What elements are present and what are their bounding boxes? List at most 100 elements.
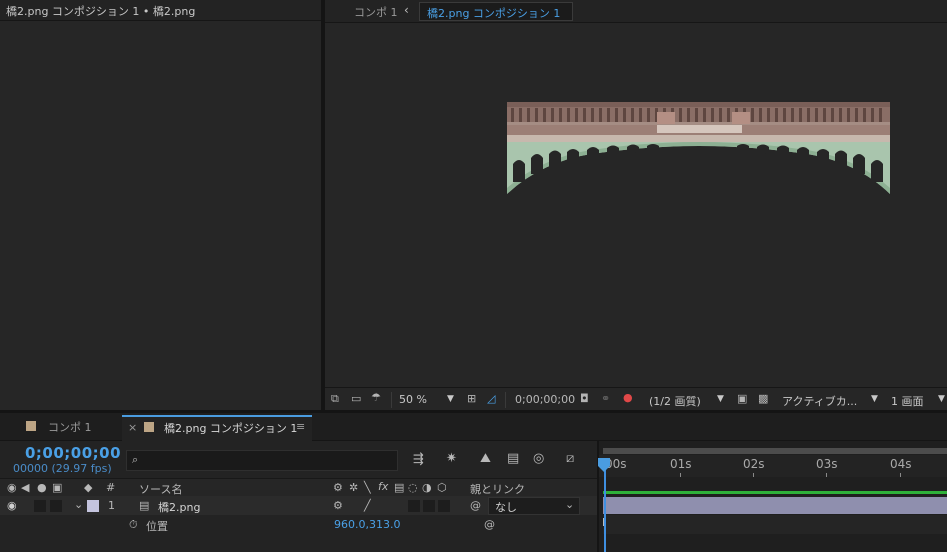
- parent-dropdown[interactable]: なし ⌄: [488, 497, 580, 515]
- label-color-swatch: [144, 422, 154, 432]
- stopwatch-icon[interactable]: ⏱: [129, 518, 138, 532]
- ruler-label-03s: 03s: [816, 457, 838, 471]
- visibility-eye-icon[interactable]: ◉: [7, 499, 17, 512]
- viewer-timecode[interactable]: 0;00;00;00: [515, 393, 575, 406]
- audio-icon[interactable]: ◀: [21, 481, 29, 494]
- comp-mini-flowchart-icon[interactable]: ⇶: [413, 452, 424, 467]
- ruler-tick: [753, 473, 754, 477]
- project-panel-title: 橋2.png コンポジション 1 • 橋2.png: [6, 5, 196, 18]
- motion-blur-switch-icon[interactable]: ◌: [408, 481, 418, 494]
- tab-bridge-comp-label: 橋2.png コンポジション 1: [164, 422, 298, 435]
- mask-path-icon[interactable]: ◿: [487, 392, 495, 406]
- quality-icon[interactable]: ╲: [364, 481, 371, 494]
- column-number-label: #: [106, 481, 116, 494]
- snapshot-icon[interactable]: ◘: [580, 392, 589, 406]
- breadcrumb-back-icon[interactable]: ‹: [404, 3, 409, 17]
- file-icon: ▤: [139, 499, 150, 512]
- color-channels-icon[interactable]: ●: [623, 391, 633, 405]
- quality-switch-icon[interactable]: ╱: [364, 499, 371, 512]
- resolution-dropdown[interactable]: (1/2 画質): [649, 393, 701, 409]
- ruler-label-02s: 02s: [743, 457, 765, 471]
- grid-icon[interactable]: ⊞: [467, 392, 476, 406]
- draft-3d-icon[interactable]: ✷: [446, 451, 457, 466]
- transparency-grid-icon[interactable]: ▩: [758, 392, 768, 406]
- chevron-down-icon[interactable]: ⌄: [74, 498, 83, 511]
- camera-dropdown[interactable]: アクティブカ...: [782, 393, 857, 409]
- switch-box[interactable]: [423, 500, 435, 512]
- ruler-tick: [680, 473, 681, 477]
- zoom-dropdown[interactable]: 50 %: [399, 393, 427, 406]
- pick-whip-icon[interactable]: @: [470, 499, 481, 512]
- switches-icon[interactable]: ⚙: [333, 481, 343, 494]
- layer-duration-bar[interactable]: [603, 497, 947, 514]
- breadcrumb-active-label: 橋2.png コンポジション 1: [427, 7, 561, 20]
- chevron-down-icon[interactable]: ▼: [717, 394, 724, 404]
- layer-row[interactable]: ◉ ⌄ 1 ▤ 橋2.png ⚙ ╱ @ なし ⌄: [0, 496, 597, 515]
- region-of-interest-icon[interactable]: ⧉: [331, 392, 339, 406]
- column-parent-link-label: 親とリンク: [470, 483, 525, 496]
- breadcrumb-comp-1[interactable]: コンポ 1: [354, 4, 398, 20]
- audio-switch[interactable]: [34, 500, 46, 512]
- search-icon: ⌕: [132, 453, 139, 466]
- video-visibility-icon[interactable]: ◉: [7, 481, 17, 494]
- adjustment-layer-icon[interactable]: ◑: [422, 481, 432, 494]
- tab-comp-1-label: コンポ 1: [48, 421, 92, 434]
- 3d-layer-icon[interactable]: ⬡: [437, 481, 447, 494]
- lock-icon[interactable]: ▣: [52, 481, 62, 494]
- show-snapshot-icon[interactable]: ⚭: [601, 392, 610, 406]
- ruler-tick: [900, 473, 901, 477]
- graph-editor-icon[interactable]: ⧄: [566, 451, 574, 466]
- toolbar-separator: [505, 392, 506, 408]
- property-row[interactable]: ⏱ 位置 960.0,313.0 @: [0, 515, 597, 534]
- current-time-display[interactable]: 0;00;00;00: [25, 444, 121, 462]
- breadcrumb-active-comp[interactable]: 橋2.png コンポジション 1: [419, 2, 573, 21]
- playhead-line[interactable]: [604, 459, 606, 552]
- solo-icon[interactable]: ●: [37, 481, 47, 494]
- continuously-rasterize-icon[interactable]: ✲: [349, 481, 358, 494]
- property-track[interactable]: [603, 515, 947, 534]
- solo-switch[interactable]: [50, 500, 62, 512]
- column-source-name-label[interactable]: ソース名: [139, 481, 182, 497]
- playhead-handle[interactable]: [598, 458, 610, 472]
- work-area-bar[interactable]: [603, 448, 947, 454]
- chevron-down-icon[interactable]: ▼: [871, 394, 878, 404]
- layer-search-input[interactable]: ⌕: [126, 450, 398, 471]
- bridge-image[interactable]: [507, 102, 890, 194]
- expression-pick-whip-icon[interactable]: @: [484, 518, 495, 531]
- effect-fx-icon[interactable]: fx: [378, 480, 388, 493]
- shy-switch-icon[interactable]: ⚙: [333, 499, 343, 512]
- ruler-label-04s: 04s: [890, 457, 912, 471]
- position-value[interactable]: 960.0,313.0: [334, 518, 400, 531]
- property-name: 位置: [146, 520, 168, 533]
- view-layout-dropdown[interactable]: 1 画面: [891, 393, 924, 409]
- layer-label-color[interactable]: [87, 500, 99, 512]
- shy-layers-icon[interactable]: ⛰: [480, 451, 491, 466]
- project-panel-body[interactable]: [0, 21, 321, 410]
- layer-name[interactable]: 橋2.png: [158, 499, 200, 515]
- monitor-icon[interactable]: ▭: [351, 392, 361, 406]
- frame-blending-icon[interactable]: ▤: [507, 451, 519, 466]
- frame-info: 00000 (29.97 fps): [13, 462, 112, 475]
- tab-close-icon[interactable]: ×: [128, 421, 137, 434]
- panel-menu-icon[interactable]: ≡: [296, 420, 305, 433]
- ruler-tick: [826, 473, 827, 477]
- frame-blend-icon[interactable]: ▤: [394, 481, 404, 494]
- work-area-indicator: [603, 491, 947, 494]
- tab-comp-1[interactable]: コンポ 1: [22, 417, 118, 436]
- fast-preview-icon[interactable]: ▣: [737, 392, 747, 406]
- layer-number: 1: [108, 499, 115, 512]
- motion-blur-icon[interactable]: ◎: [533, 451, 544, 466]
- tab-bridge-comp[interactable]: × 橋2.png コンポジション 1 ≡: [122, 415, 312, 442]
- parent-value: なし: [495, 501, 517, 514]
- label-color-swatch: [26, 421, 36, 431]
- chevron-down-icon[interactable]: ▼: [938, 394, 945, 404]
- viewer-canvas[interactable]: [325, 23, 947, 387]
- mask-icon[interactable]: ☂: [371, 391, 381, 405]
- switch-box[interactable]: [438, 500, 450, 512]
- chevron-down-icon: ⌄: [565, 498, 575, 511]
- chevron-down-icon[interactable]: ▼: [447, 394, 454, 404]
- layer-column-header: ◉ ◀ ● ▣ ◆ # ソース名 ⚙ ✲ ╲ fx ▤ ◌ ◑ ⬡ 親とリンク: [0, 478, 597, 497]
- switch-box[interactable]: [408, 500, 420, 512]
- label-tag-icon[interactable]: ◆: [84, 481, 92, 494]
- ruler-label-01s: 01s: [670, 457, 692, 471]
